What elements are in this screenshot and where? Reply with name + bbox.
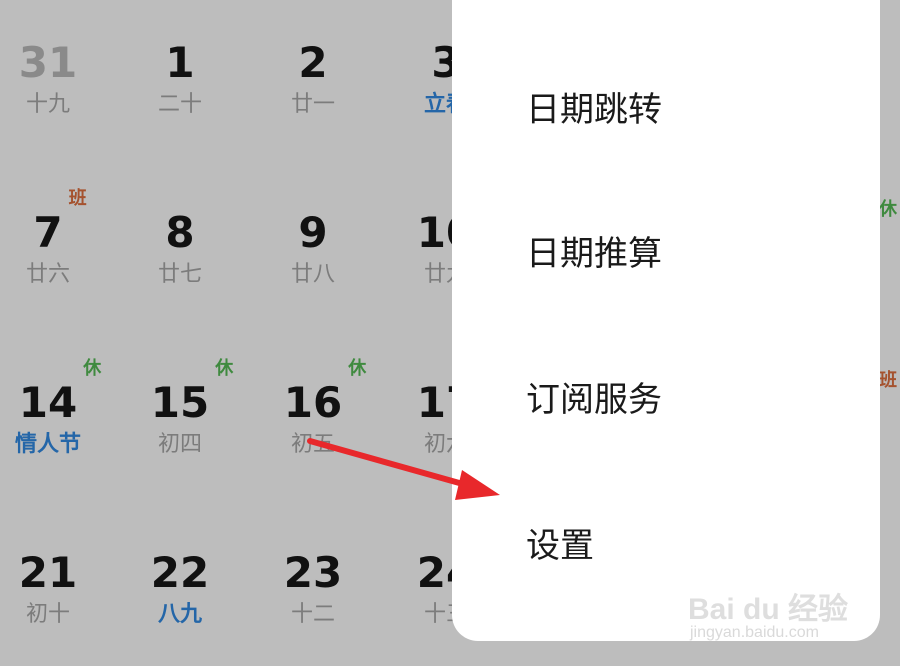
- baidu-watermark: Bai du 经验 jingyan.baidu.com: [688, 566, 888, 656]
- watermark-brand: Bai du 经验: [688, 593, 849, 626]
- watermark-url: jingyan.baidu.com: [690, 624, 819, 641]
